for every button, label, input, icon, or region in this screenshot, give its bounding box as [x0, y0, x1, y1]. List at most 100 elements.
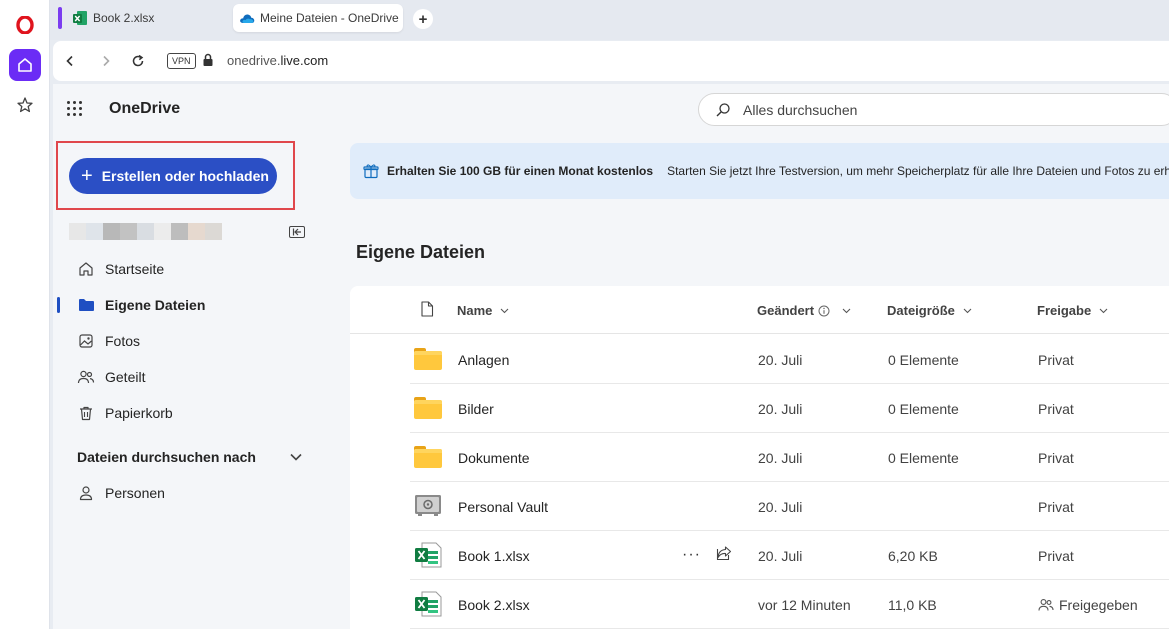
sidebar-item-label: Personen: [105, 485, 165, 501]
file-row-dokumente[interactable]: Dokumente 20. Juli 0 Elemente Privat: [410, 433, 1169, 482]
file-row-bilder[interactable]: Bilder 20. Juli 0 Elemente Privat: [410, 384, 1169, 433]
star-icon[interactable]: [9, 89, 41, 121]
file-list-header: Name Geändert Dateigröße Freigabe: [350, 286, 1169, 334]
trash-icon: [77, 404, 95, 422]
new-tab-button[interactable]: +: [413, 9, 433, 29]
sidebar-item-geteilt[interactable]: Geteilt: [77, 363, 145, 391]
search-icon: [715, 102, 731, 121]
sidebar-item-label: Geteilt: [105, 369, 146, 385]
sidebar-item-label: Fotos: [105, 333, 141, 349]
onedrive-app: OneDrive + Erstellen oder hochladen Star…: [53, 84, 1169, 629]
active-nav-indicator: [57, 297, 60, 313]
file-size: 11,0 KB: [888, 597, 937, 613]
vault-icon: [414, 493, 442, 519]
column-header-label: Name: [457, 303, 493, 318]
info-icon[interactable]: [818, 305, 830, 317]
column-header-name[interactable]: Name: [457, 303, 509, 318]
file-row-personal-vault[interactable]: Personal Vault 20. Juli Privat: [410, 482, 1169, 531]
file-modified: 20. Juli: [758, 401, 803, 417]
url-field[interactable]: onedrive.live.com: [227, 53, 328, 68]
folder-icon: [414, 444, 442, 470]
excel-file-icon: [414, 591, 442, 617]
chevron-down-icon: [500, 308, 509, 314]
sidebar-item-label: Eigene Dateien: [105, 297, 206, 313]
opera-logo-icon[interactable]: [9, 9, 41, 41]
column-header-label: Geändert: [757, 303, 815, 318]
forward-arrow-icon[interactable]: [96, 51, 116, 71]
share-icon[interactable]: [716, 545, 732, 564]
file-sharing: Freigegeben: [1038, 597, 1138, 613]
file-sharing: Privat: [1038, 450, 1074, 466]
photo-icon: [77, 332, 95, 350]
home-icon: [77, 260, 95, 278]
file-name[interactable]: Book 1.xlsx: [458, 548, 530, 564]
more-options-icon[interactable]: ···: [682, 546, 701, 564]
tab-accent: [58, 7, 62, 29]
sidebar-item-eigene-dateien[interactable]: Eigene Dateien: [77, 291, 205, 319]
url-prefix: onedrive.: [227, 53, 281, 68]
people-icon: [77, 368, 95, 386]
lock-icon[interactable]: [202, 53, 214, 70]
new-tab-label: +: [418, 10, 428, 28]
page-title: Eigene Dateien: [356, 242, 486, 262]
file-sharing-label: Freigegeben: [1059, 597, 1138, 613]
chevron-down-icon: [842, 308, 851, 314]
file-size: 0 Elemente: [888, 352, 959, 368]
sidebar-item-startseite[interactable]: Startseite: [77, 255, 164, 283]
app-header: OneDrive: [53, 84, 1169, 134]
file-type-icon[interactable]: [420, 301, 434, 317]
home-icon[interactable]: [9, 49, 41, 81]
file-modified: 20. Juli: [758, 352, 803, 368]
browse-files-by-header[interactable]: Dateien durchsuchen nach: [77, 449, 256, 465]
file-row-book1[interactable]: Book 1.xlsx ··· 20. Juli 6,20 KB Privat: [410, 531, 1169, 580]
file-sharing: Privat: [1038, 352, 1074, 368]
address-bar: VPN onedrive.live.com: [53, 41, 1169, 81]
sidebar-item-papierkorb[interactable]: Papierkorb: [77, 399, 173, 427]
folder-icon: [414, 346, 442, 372]
chevron-down-icon: [963, 308, 972, 314]
promo-banner[interactable]: Erhalten Sie 100 GB für einen Monat kost…: [350, 143, 1169, 199]
column-header-label: Dateigröße: [887, 303, 955, 318]
sidebar-item-personen[interactable]: Personen: [77, 479, 165, 507]
file-list: Name Geändert Dateigröße Freigabe Anlage…: [350, 286, 1169, 629]
file-sharing: Privat: [1038, 499, 1074, 515]
app-launcher-icon[interactable]: [67, 101, 83, 117]
file-row-anlagen[interactable]: Anlagen 20. Juli 0 Elemente Privat: [410, 335, 1169, 384]
file-size: 6,20 KB: [888, 548, 938, 564]
people-icon: [1038, 598, 1054, 612]
vpn-badge[interactable]: VPN: [167, 53, 196, 69]
file-modified: 20. Juli: [758, 548, 803, 564]
back-arrow-icon[interactable]: [60, 51, 80, 71]
create-or-upload-button[interactable]: + Erstellen oder hochladen: [69, 158, 277, 194]
onedrive-cloud-icon: [239, 10, 255, 26]
gift-icon: [363, 163, 379, 179]
file-name[interactable]: Bilder: [458, 401, 494, 417]
file-row-book2[interactable]: Book 2.xlsx vor 12 Minuten 11,0 KB Freig…: [410, 580, 1169, 629]
file-name[interactable]: Dokumente: [458, 450, 530, 466]
file-sharing: Privat: [1038, 548, 1074, 564]
file-name[interactable]: Personal Vault: [458, 499, 548, 515]
file-name[interactable]: Book 2.xlsx: [458, 597, 530, 613]
reload-icon[interactable]: [128, 51, 148, 71]
column-header-label: Freigabe: [1037, 303, 1092, 318]
browser-sidebar: [0, 0, 50, 629]
app-title[interactable]: OneDrive: [109, 100, 180, 118]
search-box[interactable]: [698, 93, 1169, 126]
column-header-modified[interactable]: Geändert: [757, 303, 851, 318]
sidebar-item-fotos[interactable]: Fotos: [77, 327, 140, 355]
promo-text: Starten Sie jetzt Ihre Testversion, um m…: [667, 164, 1169, 178]
chevron-down-icon[interactable]: [289, 450, 303, 465]
tab-bar: Book 2.xlsx Meine Dateien - OneDrive +: [50, 0, 1169, 40]
tab-onedrive[interactable]: Meine Dateien - OneDrive: [233, 4, 403, 32]
person-icon: [77, 484, 95, 502]
tab-title: Meine Dateien - OneDrive: [260, 11, 399, 25]
file-modified: 20. Juli: [758, 450, 803, 466]
file-modified: 20. Juli: [758, 499, 803, 515]
promo-title: Erhalten Sie 100 GB für einen Monat kost…: [387, 164, 654, 178]
column-header-sharing[interactable]: Freigabe: [1037, 303, 1108, 318]
file-name[interactable]: Anlagen: [458, 352, 509, 368]
tab-book2[interactable]: Book 2.xlsx: [58, 4, 228, 32]
column-header-size[interactable]: Dateigröße: [887, 303, 972, 318]
collapse-pane-icon[interactable]: [289, 226, 305, 238]
search-input[interactable]: [743, 102, 1143, 118]
